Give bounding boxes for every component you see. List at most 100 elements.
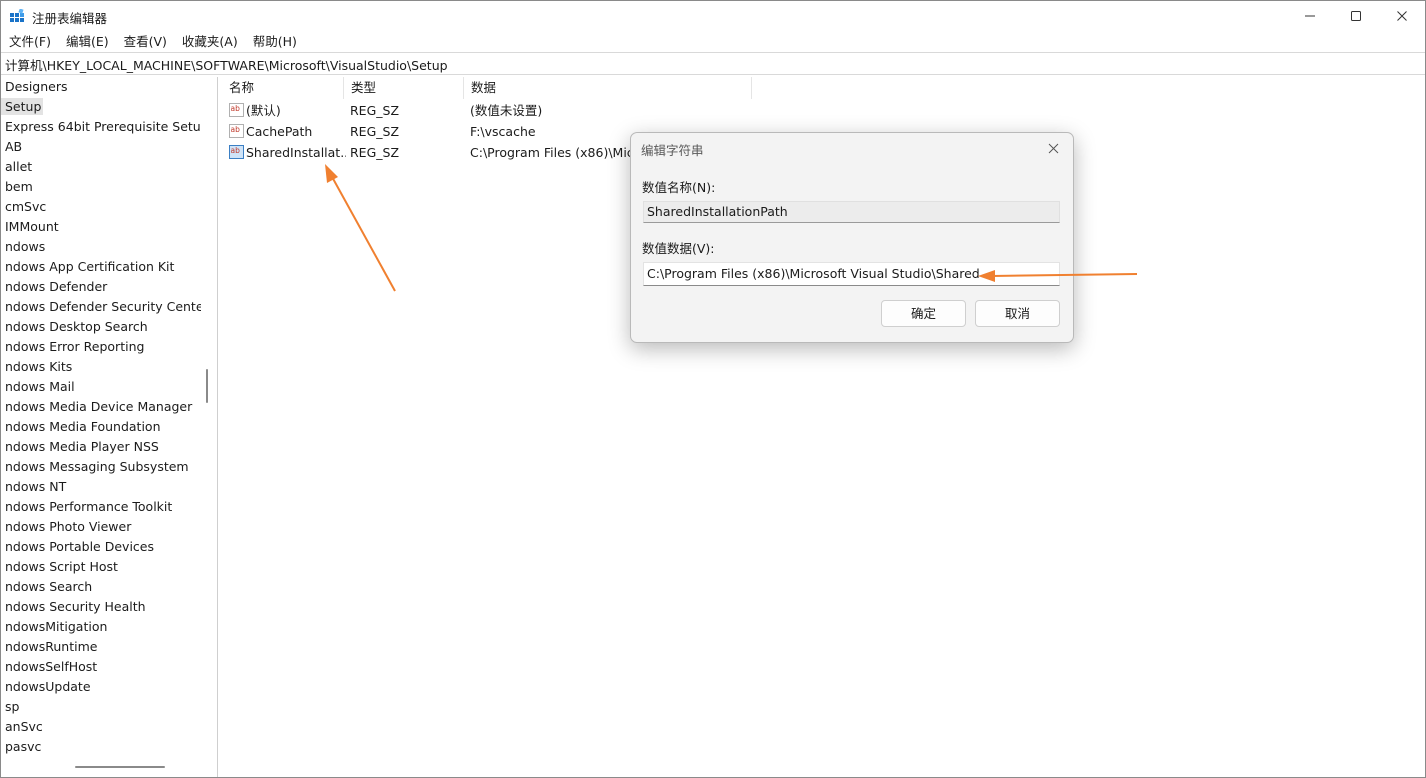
value-name-label: 数值名称(N): xyxy=(642,180,716,195)
tree-item[interactable]: ndows Search xyxy=(1,577,201,597)
address-bar[interactable]: 计算机\HKEY_LOCAL_MACHINE\SOFTWARE\Microsof… xyxy=(1,52,1425,75)
menu-view[interactable]: 查看(V) xyxy=(116,31,174,52)
tree-item-label: ndows Media Player NSS xyxy=(5,439,159,454)
dialog-title: 编辑字符串 xyxy=(641,143,704,158)
tree-item-label: ndowsRuntime xyxy=(5,639,98,654)
tree-item[interactable]: ndows NT xyxy=(1,477,201,497)
tree-item-label: ndows xyxy=(5,239,46,254)
tree-item[interactable]: ndowsUpdate xyxy=(1,677,201,697)
value-name: SharedInstallat... xyxy=(246,145,346,160)
tree-item-label: ndows Desktop Search xyxy=(5,319,148,334)
tree-item-label: bem xyxy=(5,179,33,194)
tree-item-label: ndows Kits xyxy=(5,359,73,374)
window-title: 注册表编辑器 xyxy=(32,11,108,26)
close-icon xyxy=(1397,11,1407,21)
string-value-icon: ab xyxy=(229,103,244,117)
value-type: REG_SZ xyxy=(350,145,400,160)
tree-item[interactable]: ndows Messaging Subsystem xyxy=(1,457,201,477)
tree-item[interactable]: ndows Media Player NSS xyxy=(1,437,201,457)
tree-item-label: AB xyxy=(5,139,23,154)
tree-horizontal-scroll-thumb[interactable] xyxy=(75,766,165,768)
menu-favorites[interactable]: 收藏夹(A) xyxy=(174,31,245,52)
tree-item-label: Express 64bit Prerequisite Setup xyxy=(5,119,209,134)
close-icon xyxy=(1048,143,1058,153)
tree-item-label: sp xyxy=(5,699,20,714)
tree-item[interactable]: ndows Security Health xyxy=(1,597,201,617)
value-name-field: SharedInstallationPath xyxy=(643,201,1060,223)
tree-item[interactable]: ndows Defender xyxy=(1,277,201,297)
tree-item-label: anSvc xyxy=(5,719,43,734)
menu-file[interactable]: 文件(F) xyxy=(1,31,58,52)
tree-item[interactable]: Setup xyxy=(1,97,201,117)
tree-item[interactable]: ndowsSelfHost xyxy=(1,657,201,677)
close-button[interactable] xyxy=(1379,1,1425,31)
tree-vertical-scroll-thumb[interactable] xyxy=(206,369,208,403)
tree-item[interactable]: bem xyxy=(1,177,201,197)
tree-item[interactable]: ndows Portable Devices xyxy=(1,537,201,557)
tree-item[interactable]: AB xyxy=(1,137,201,157)
menu-bar: 文件(F) 编辑(E) 查看(V) 收藏夹(A) 帮助(H) xyxy=(1,31,1425,52)
svg-text:ab: ab xyxy=(231,104,241,113)
tree-item[interactable]: Express 64bit Prerequisite Setup xyxy=(1,117,209,137)
value-type: REG_SZ xyxy=(350,103,400,118)
tree-item[interactable]: ndows Defender Security Center xyxy=(1,297,209,317)
tree-item[interactable]: pasvc xyxy=(1,737,201,757)
maximize-button[interactable] xyxy=(1333,1,1379,31)
tree-item-label: Designers xyxy=(5,79,68,94)
tree-item-label: ndows Search xyxy=(5,579,93,594)
minimize-button[interactable] xyxy=(1287,1,1333,31)
tree-item[interactable]: cmSvc xyxy=(1,197,201,217)
tree-item-label: ndows Defender xyxy=(5,279,108,294)
tree-item-label: ndows Photo Viewer xyxy=(5,519,132,534)
minimize-icon xyxy=(1305,15,1315,17)
tree-horizontal-scrollbar[interactable] xyxy=(1,759,201,775)
tree-item[interactable]: ndows Kits xyxy=(1,357,201,377)
column-header-name[interactable]: 名称 xyxy=(222,77,344,99)
tree-item[interactable]: ndowsMitigation xyxy=(1,617,201,637)
column-header-type[interactable]: 类型 xyxy=(344,77,464,99)
tree-item[interactable]: sp xyxy=(1,697,201,717)
menu-help[interactable]: 帮助(H) xyxy=(245,31,304,52)
tree-item[interactable]: ndows App Certification Kit xyxy=(1,257,201,277)
menu-edit[interactable]: 编辑(E) xyxy=(58,31,116,52)
tree-item[interactable]: ndows Error Reporting xyxy=(1,337,201,357)
column-header-data[interactable]: 数据 xyxy=(464,77,752,99)
tree-item[interactable]: anSvc xyxy=(1,717,201,737)
tree-item[interactable]: ndows Media Foundation xyxy=(1,417,201,437)
tree-item-label: cmSvc xyxy=(5,199,47,214)
tree-vertical-scrollbar[interactable] xyxy=(201,77,217,767)
tree-item-label: Setup xyxy=(1,98,44,115)
tree-item-label: ndows Performance Toolkit xyxy=(5,499,173,514)
tree-item[interactable]: ndowsRuntime xyxy=(1,637,201,657)
tree-item-label: ndowsUpdate xyxy=(5,679,91,694)
dialog-close-button[interactable] xyxy=(1041,137,1065,159)
value-name: (默认) xyxy=(246,103,281,118)
value-data: C:\Program Files (x86)\Micr xyxy=(470,145,630,160)
svg-text:ab: ab xyxy=(231,146,241,155)
tree-item[interactable]: ndows Mail xyxy=(1,377,201,397)
value-row[interactable]: ab (默认) REG_SZ (数值未设置) xyxy=(222,100,1425,121)
value-data-input[interactable]: C:\Program Files (x86)\Microsoft Visual … xyxy=(643,262,1060,286)
tree-item[interactable]: ndows Media Device Manager xyxy=(1,397,201,417)
tree-item[interactable]: ndows Performance Toolkit xyxy=(1,497,201,517)
tree-item[interactable]: allet xyxy=(1,157,201,177)
tree-item[interactable]: ndows xyxy=(1,237,201,257)
ok-button[interactable]: 确定 xyxy=(881,300,966,327)
tree-item-label: ndows NT xyxy=(5,479,67,494)
regedit-app-icon xyxy=(10,9,24,22)
tree-item[interactable]: ndows Script Host xyxy=(1,557,201,577)
tree-item-label: ndows Script Host xyxy=(5,559,118,574)
string-value-icon: ab xyxy=(229,145,244,159)
tree-item-label: ndows Media Foundation xyxy=(5,419,161,434)
key-tree-pane: Designers Setup Express 64bit Prerequisit… xyxy=(1,77,218,777)
cancel-button[interactable]: 取消 xyxy=(975,300,1060,327)
tree-item[interactable]: IMMount xyxy=(1,217,201,237)
value-data: F:\vscache xyxy=(470,124,536,139)
address-path[interactable]: 计算机\HKEY_LOCAL_MACHINE\SOFTWARE\Microsof… xyxy=(5,55,448,74)
tree-item[interactable]: ndows Photo Viewer xyxy=(1,517,201,537)
regedit-window: 注册表编辑器 文件(F) 编辑(E) 查看(V) 收藏夹(A) 帮助(H) 计算… xyxy=(0,0,1426,778)
tree-item-label: ndows Security Health xyxy=(5,599,146,614)
tree-item-label: ndows Mail xyxy=(5,379,75,394)
tree-item[interactable]: Designers xyxy=(1,77,201,97)
tree-item[interactable]: ndows Desktop Search xyxy=(1,317,201,337)
